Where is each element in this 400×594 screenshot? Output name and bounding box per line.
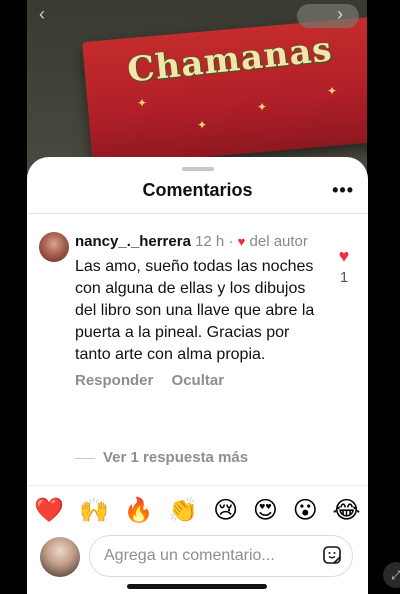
comment-composer (27, 533, 368, 594)
replies-line (75, 457, 95, 459)
drag-handle[interactable] (182, 167, 214, 171)
comment-username[interactable]: nancy_._herrera (75, 233, 191, 250)
chevron-right-icon[interactable]: › (337, 4, 343, 25)
emoji-heart[interactable]: ❤️ (34, 496, 64, 525)
home-indicator (127, 584, 267, 589)
emoji-surprised[interactable]: 😮 (293, 496, 318, 525)
separator: · (228, 233, 234, 250)
star-decoration: ✦ (197, 118, 208, 132)
chevron-left-icon[interactable]: ‹ (39, 4, 45, 25)
star-decoration: ✦ (327, 84, 338, 98)
like-heart-icon[interactable]: ♥ (332, 247, 356, 265)
current-user-avatar[interactable] (40, 537, 80, 577)
author-heart-icon: ♥ (237, 234, 246, 249)
comment-actions: Responder Ocultar (75, 372, 325, 389)
emoji-bar: ❤️ 🙌 🔥 👏 😢 😍 😮 😂 (27, 485, 368, 534)
emoji-heart-eyes[interactable]: 😍 (253, 496, 278, 525)
comment-text: Las amo, sueño todas las noches con algu… (75, 258, 315, 363)
reply-button[interactable]: Responder (75, 372, 153, 389)
emoji-fire[interactable]: 🔥 (124, 496, 154, 525)
comment-input[interactable] (102, 536, 306, 576)
comment-time: 12 h (195, 233, 225, 250)
sheet-header: Comentarios (27, 175, 368, 205)
sheet-title: Comentarios (142, 180, 253, 200)
header-divider (27, 213, 368, 214)
emoji-laugh[interactable]: 😂 (333, 496, 361, 525)
expand-icon[interactable]: ⤢ (383, 562, 400, 588)
comment-header: nancy_._herrera 12 h · ♥ del autor (75, 232, 325, 252)
media-thumbnail (297, 4, 359, 28)
emoji-clap[interactable]: 👏 (168, 496, 198, 525)
comment-input-wrapper (89, 535, 353, 577)
star-decoration: ✦ (137, 96, 148, 110)
like-count: 1 (339, 269, 349, 286)
emoji-cry[interactable]: 😢 (213, 496, 238, 525)
like-column: ♥ 1 (332, 247, 356, 286)
comments-sheet: Comentarios ••• nancy_._herrera 12 h · ♥… (27, 157, 368, 594)
view-replies-button[interactable]: Ver 1 respuesta más (75, 449, 248, 466)
comment: nancy_._herrera 12 h · ♥ del autor Las a… (75, 232, 325, 389)
emoji-raised-hands[interactable]: 🙌 (79, 496, 109, 525)
view-replies-label: Ver 1 respuesta más (103, 449, 249, 466)
more-options-icon[interactable]: ••• (332, 175, 354, 205)
hide-button[interactable]: Ocultar (172, 372, 225, 389)
avatar[interactable] (39, 232, 69, 262)
sticker-icon[interactable] (322, 545, 342, 565)
star-decoration: ✦ (257, 100, 268, 114)
author-liked-label: del autor (249, 233, 308, 250)
